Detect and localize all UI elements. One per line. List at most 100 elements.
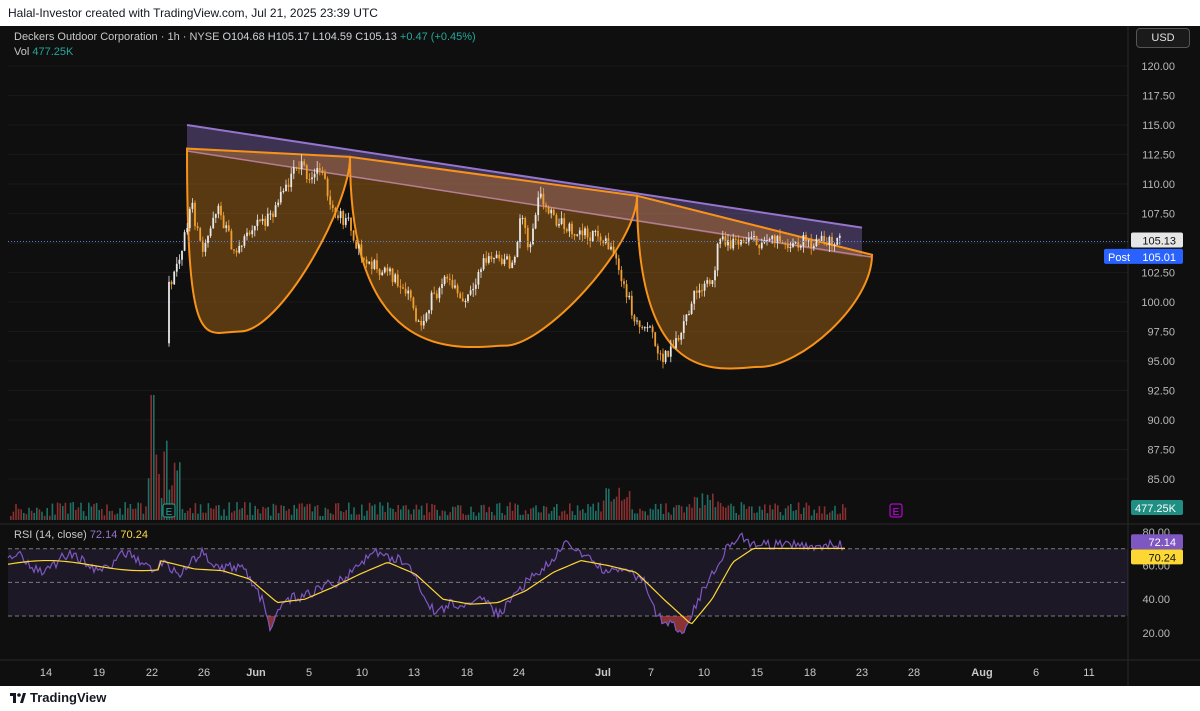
footer-brand[interactable]: TradingView: [30, 690, 106, 705]
price-tick-label: 120.00: [1141, 61, 1175, 73]
volume-bar: [701, 493, 704, 520]
volume-bar: [465, 514, 467, 520]
volume-bar: [358, 514, 360, 520]
candle-body: [545, 204, 547, 207]
volume-bar: [49, 515, 51, 520]
candle-body: [357, 244, 360, 249]
volume-label[interactable]: Vol: [14, 46, 29, 58]
symbol-name[interactable]: Deckers Outdoor Corporation · 1h · NYSE: [14, 31, 219, 43]
ohlc-low: L104.59: [312, 31, 353, 43]
volume-bar: [675, 505, 678, 520]
candle-body: [428, 310, 430, 314]
candle-body: [456, 285, 459, 294]
candle-body: [524, 218, 527, 228]
volume-bar: [322, 515, 324, 520]
volume-bar: [285, 510, 288, 520]
volume-bar: [688, 504, 691, 520]
volume-bar: [743, 504, 745, 520]
candle-body: [350, 217, 352, 231]
ohlc-close: C105.13: [355, 31, 397, 43]
volume-bar: [530, 508, 532, 520]
volume-bar: [491, 511, 493, 520]
volume-bar: [101, 508, 103, 520]
earnings-marker-label[interactable]: E: [166, 507, 173, 518]
candle-body: [227, 225, 230, 231]
volume-bar: [241, 508, 243, 520]
volume-bar: [244, 502, 246, 520]
volume-bar: [696, 497, 698, 520]
volume-bar: [368, 502, 371, 520]
volume-bar: [54, 514, 56, 520]
volume-bar: [457, 505, 459, 520]
volume-bar: [605, 488, 607, 520]
volume-bar: [553, 506, 555, 520]
volume-bar: [77, 507, 80, 520]
volume-bar: [639, 508, 641, 520]
volume-bar: [834, 505, 836, 520]
volume-bar: [210, 508, 212, 520]
volume-bar: [496, 503, 498, 520]
volume-bar: [111, 510, 113, 520]
volume-bar: [470, 506, 472, 520]
volume-bar: [392, 508, 394, 520]
volume-bar: [597, 502, 600, 520]
candle-body: [225, 225, 228, 229]
volume-bar: [394, 511, 397, 520]
candle-body: [615, 253, 618, 259]
volume-bar: [524, 510, 527, 520]
volume-bar: [569, 503, 571, 520]
candle-body: [680, 333, 683, 340]
volume-bar: [626, 497, 628, 520]
volume-bar: [602, 500, 605, 520]
volume-bar: [132, 508, 134, 520]
price-tick-label: 117.50: [1142, 91, 1175, 103]
volume-bar: [36, 507, 38, 520]
rsi-legend[interactable]: RSI (14, close) 72.14 70.24: [14, 529, 148, 541]
chart-canvas[interactable]: 120.00 117.50 115.00 112.50 110.00 107.50 105.…: [0, 26, 1200, 686]
candle-body: [383, 267, 386, 273]
time-tick-label: 7: [648, 667, 654, 679]
candle-body: [503, 259, 506, 265]
earnings-marker-label[interactable]: E: [893, 507, 900, 518]
volume-bar: [628, 490, 631, 520]
time-tick-label: 11: [1083, 667, 1094, 679]
cup-pattern-shape[interactable]: [348, 155, 639, 349]
volume-bar: [634, 513, 636, 520]
currency-button[interactable]: USD: [1136, 28, 1190, 48]
volume-bar: [563, 510, 566, 520]
candle-body: [329, 196, 332, 205]
volume-bar: [67, 513, 69, 520]
time-tick-label: 18: [804, 667, 816, 679]
candle-body: [441, 284, 443, 288]
candle-body: [261, 218, 264, 221]
volume-bar: [345, 510, 347, 520]
candle-body: [656, 345, 659, 354]
price-change: +0.47 (+0.45%): [399, 31, 476, 43]
volume-bar: [709, 499, 711, 520]
volume-bar: [33, 512, 35, 520]
volume-bar: [517, 504, 519, 520]
candle-body: [646, 327, 649, 329]
candle-body: [344, 218, 347, 225]
volume-bar: [355, 514, 358, 520]
volume-bar: [155, 454, 158, 520]
volume-bar: [719, 503, 722, 520]
candle-body: [238, 245, 241, 253]
candle-body: [448, 278, 451, 281]
candle-body: [651, 326, 654, 333]
volume-bar: [761, 509, 763, 520]
candle-body: [188, 208, 191, 229]
candle-body: [685, 314, 688, 322]
volume-bar: [389, 507, 392, 520]
time-tick-label: Aug: [971, 667, 992, 679]
volume-bar: [251, 514, 254, 520]
volume-bar: [184, 513, 186, 520]
volume-bar: [215, 505, 217, 520]
candle-body: [732, 238, 735, 249]
volume-bar: [764, 504, 766, 520]
chart-frame[interactable]: 120.00 117.50 115.00 112.50 110.00 107.50 105.…: [0, 26, 1200, 686]
candle-body: [298, 167, 300, 169]
candle-body: [620, 270, 623, 282]
volume-bar: [311, 511, 314, 520]
candle-body: [324, 173, 326, 179]
